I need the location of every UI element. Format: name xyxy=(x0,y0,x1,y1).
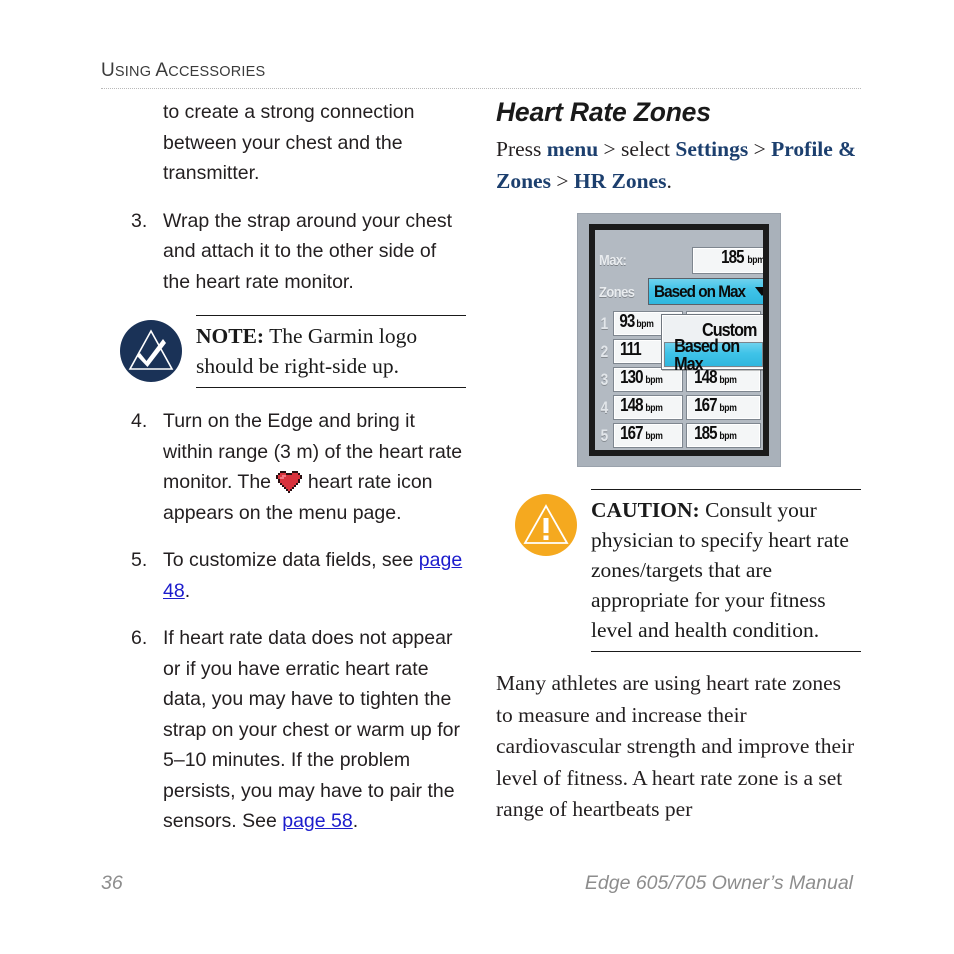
right-column: Heart Rate Zones Press menu > select Set… xyxy=(496,97,861,826)
running-header-title: USING ACCESSORIES xyxy=(101,60,861,82)
dropdown-option-label: Based on Max xyxy=(673,335,740,374)
page-58-link[interactable]: page 58 xyxy=(282,810,353,832)
header-cap-u: U xyxy=(101,60,115,81)
zone-4-high-unit: bpm xyxy=(719,402,737,414)
page-footer: 36 Edge 605/705 Owner’s Manual xyxy=(101,872,861,895)
zone-3-low-value: 130 xyxy=(619,366,643,387)
continuation-paragraph: to create a strong connection between yo… xyxy=(163,101,415,184)
step-number: 4. xyxy=(131,410,148,432)
nav-press: Press xyxy=(496,137,547,161)
list-item-step-6: 6. If heart rate data does not appear or … xyxy=(101,623,466,837)
step-number: 6. xyxy=(131,627,148,649)
body-paragraph: Many athletes are using heart rate zones… xyxy=(496,671,855,821)
zone-5-high-field[interactable]: 185 bpm xyxy=(685,422,761,448)
caution-callout: CAUTION: Consult your physician to speci… xyxy=(496,489,861,652)
caution-exclamation-triangle-icon xyxy=(514,493,578,557)
zone-5-low-field[interactable]: 167 bpm xyxy=(612,422,683,448)
zone-3-high-unit: bpm xyxy=(719,374,737,386)
note-callout: NOTE: The Garmin logo should be right-si… xyxy=(101,315,466,389)
zone-number: 1 xyxy=(600,313,608,333)
zone-number: 2 xyxy=(600,341,608,361)
step-text-after-link: . xyxy=(184,579,191,602)
list-item-step-3: 3. Wrap the strap around your chest and … xyxy=(101,206,466,298)
zone-3-low-unit: bpm xyxy=(645,374,663,386)
zone-5-low-unit: bpm xyxy=(645,430,663,442)
note-callout-body: NOTE: The Garmin logo should be right-si… xyxy=(196,315,466,388)
note-text: NOTE: The Garmin logo should be right-si… xyxy=(196,321,466,381)
zone-5-low-value: 167 xyxy=(619,422,643,443)
zones-label: Zones xyxy=(598,284,635,301)
table-row: 5 167 bpm 185 bpm xyxy=(597,421,761,449)
max-label: Max: xyxy=(598,252,627,269)
device-screenshot-figure: Max: 185 bpm Zones Based on Max 1 93 bpm… xyxy=(496,213,861,467)
page-title: Heart Rate Zones xyxy=(496,97,711,127)
nav-sep-2: > xyxy=(748,137,772,161)
device-screen-frame: Max: 185 bpm Zones Based on Max 1 93 bpm… xyxy=(588,224,769,456)
zone-1-low-unit: bpm xyxy=(636,318,654,330)
running-header: USING ACCESSORIES xyxy=(101,60,861,82)
device-lcd: Max: 185 bpm Zones Based on Max 1 93 bpm… xyxy=(594,230,763,450)
zones-type-value: Based on Max xyxy=(654,282,746,301)
nav-key-menu: menu xyxy=(546,137,599,161)
header-smallcaps-using: SING xyxy=(114,64,156,80)
zone-4-low-unit: bpm xyxy=(645,402,663,414)
zone-5-high-unit: bpm xyxy=(719,430,737,442)
step-text-before-link: To customize data fields, see xyxy=(163,549,419,571)
note-check-triangle-icon xyxy=(119,319,183,383)
zone-4-high-value: 167 xyxy=(693,394,717,415)
step-number: 3. xyxy=(131,209,148,232)
step-text: Wrap the strap around your chest and att… xyxy=(163,209,453,293)
list-item-step-5: 5. To customize data fields, see page 48. xyxy=(101,545,466,606)
zone-number: 5 xyxy=(600,425,608,445)
nav-key-hr-zones: HR Zones xyxy=(573,168,667,193)
step-text-after-link: . xyxy=(352,810,359,832)
nav-sep-1: > select xyxy=(598,137,676,161)
note-label: NOTE: xyxy=(196,324,265,348)
zone-4-high-field[interactable]: 167 bpm xyxy=(685,394,761,420)
left-column: to create a strong connection between yo… xyxy=(101,97,466,837)
nav-key-settings: Settings xyxy=(675,137,749,161)
header-cap-a: A xyxy=(155,60,169,81)
manual-title: Edge 605/705 Owner’s Manual xyxy=(584,872,853,894)
caution-callout-body: CAUTION: Consult your physician to speci… xyxy=(591,489,861,652)
step-text-before-link: If heart rate data does not appear or if… xyxy=(163,627,460,832)
header-divider-rule xyxy=(101,88,861,89)
document-page: USING ACCESSORIES to create a strong con… xyxy=(0,0,954,954)
zone-4-low-field[interactable]: 148 bpm xyxy=(612,394,683,420)
max-value: 185 xyxy=(720,247,744,267)
nav-sep-3: > xyxy=(550,168,574,193)
nav-period: . xyxy=(666,168,672,193)
step-number: 5. xyxy=(131,549,148,571)
dropdown-option-based-on-max[interactable]: Based on Max xyxy=(663,337,763,373)
navigation-path: Press menu > select Settings > Profile &… xyxy=(496,134,861,197)
zones-type-dropdown[interactable]: Based on Max xyxy=(647,278,763,305)
zone-number: 3 xyxy=(600,369,608,389)
list-item-step-4: 4. Turn on the Edge and bring it within r… xyxy=(101,406,466,528)
zones-type-dropdown-menu[interactable]: Custom Based on Max xyxy=(660,314,763,373)
table-row: 4 148 bpm 167 bpm xyxy=(597,393,761,421)
zone-number: 4 xyxy=(600,397,608,417)
zone-2-low-value: 111 xyxy=(619,338,641,359)
zone-4-low-value: 148 xyxy=(619,394,643,415)
max-unit: bpm xyxy=(746,255,765,266)
max-value-field[interactable]: 185 bpm xyxy=(691,247,765,274)
zone-3-low-field[interactable]: 130 bpm xyxy=(612,366,683,392)
zone-5-high-value: 185 xyxy=(693,422,717,443)
caution-text: CAUTION: Consult your physician to speci… xyxy=(591,495,861,645)
chevron-down-icon xyxy=(754,287,763,296)
caution-label: CAUTION: xyxy=(591,498,700,522)
page-number: 36 xyxy=(101,872,123,894)
heart-rate-icon xyxy=(276,471,303,493)
zone-1-low-value: 93 xyxy=(618,310,635,331)
device-bezel: Max: 185 bpm Zones Based on Max 1 93 bpm… xyxy=(576,213,781,467)
header-smallcaps-accessories: CCESSORIES xyxy=(168,64,266,80)
